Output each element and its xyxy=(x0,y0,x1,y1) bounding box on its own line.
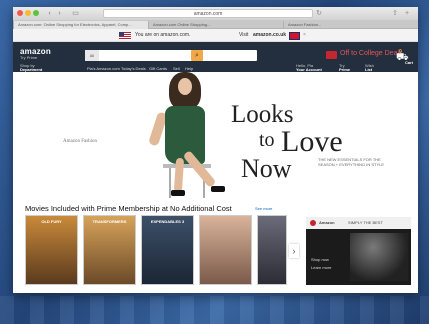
movie-poster-4[interactable] xyxy=(199,215,252,285)
ad-brand: Amazon xyxy=(319,220,335,225)
carousel-next-button[interactable]: › xyxy=(289,244,299,258)
sponsored-ad[interactable]: Amazon SIMPLY THE BEST Shop now Learn mo… xyxy=(306,217,411,285)
prime-movies-section: Movies Included with Prime Membership at… xyxy=(13,200,418,293)
hero-headline-love: Love xyxy=(281,125,343,158)
back-icon[interactable]: ‹ xyxy=(45,9,54,18)
promo-uk-link[interactable]: amazon.co.uk xyxy=(253,31,286,40)
nav-link-pias[interactable]: Pia's Amazon.com xyxy=(87,66,120,71)
ad-cta-learn[interactable]: Learn more xyxy=(311,265,331,270)
search-input[interactable]: All xyxy=(85,50,257,61)
movie-poster-1[interactable]: OLD FURY xyxy=(25,215,78,285)
hero-banner[interactable]: Amazon Fashion Looks to Love Now THE NEW… xyxy=(13,72,418,200)
tab-amazon[interactable]: Amazon.com: Online Shopping for Electron… xyxy=(13,21,148,29)
hero-tagline: Amazon Fashion xyxy=(63,139,98,144)
site-header: amazon Try Prime All ⌕ Off to College De… xyxy=(13,42,418,72)
logo-subtitle[interactable]: Try Prime xyxy=(20,55,37,60)
hero-subtext: THE NEW ESSENTIALS FOR THE SEASON + EVER… xyxy=(318,157,385,167)
sidebar-icon[interactable]: ▭ xyxy=(71,9,80,18)
hero-headline-now: Now xyxy=(241,154,292,183)
close-icon[interactable]: × xyxy=(303,31,306,40)
tab-amazon-3[interactable]: Amazon Fashion... xyxy=(283,21,418,29)
promo-uk-prefix: Visit xyxy=(239,32,249,38)
nav-link-gift-cards[interactable]: Gift Cards xyxy=(149,66,167,71)
search-button[interactable]: ⌕ xyxy=(191,50,203,61)
movie-poster-2[interactable]: TRANSFORMERS xyxy=(83,215,136,285)
deal-link[interactable]: Off to College Deals xyxy=(340,50,403,57)
browser-toolbar: ‹ › ▭ amazon.com ↻ ⇪ + xyxy=(13,7,418,20)
nav-link-deals[interactable]: Today's Deals xyxy=(121,66,146,71)
ad-header: Amazon SIMPLY THE BEST xyxy=(306,217,411,229)
tab-bar: Amazon.com: Online Shopping for Electron… xyxy=(13,20,418,29)
see-more-link[interactable]: See more xyxy=(255,206,272,211)
hero-headline-looks: Looks xyxy=(231,101,294,128)
minimize-window-button[interactable] xyxy=(25,10,31,16)
reload-icon[interactable]: ↻ xyxy=(315,9,323,18)
maximize-window-button[interactable] xyxy=(33,10,39,16)
search-icon: ⌕ xyxy=(195,52,199,59)
cart-count: 0 xyxy=(399,49,402,55)
nav-link-help[interactable]: Help xyxy=(185,66,193,71)
model-image xyxy=(141,72,231,198)
movie-poster-3[interactable]: EXPENDABLES 3 xyxy=(141,215,194,285)
nav-link-sell[interactable]: Sell xyxy=(173,66,180,71)
section-title: Movies Included with Prime Membership at… xyxy=(25,204,232,213)
movie-poster-5[interactable] xyxy=(257,215,287,285)
movie-title-1: OLD FURY xyxy=(41,219,62,224)
address-bar[interactable]: amazon.com xyxy=(103,9,313,18)
us-flag-icon xyxy=(119,32,131,40)
close-window-button[interactable] xyxy=(17,10,23,16)
forward-icon[interactable]: › xyxy=(55,9,64,18)
ad-brand-icon xyxy=(310,220,316,226)
deal-badge xyxy=(326,51,337,59)
movie-title-3: EXPENDABLES 3 xyxy=(150,219,185,224)
movie-title-2: TRANSFORMERS xyxy=(92,219,127,224)
browser-window: ‹ › ▭ amazon.com ↻ ⇪ + Amazon.com: Onlin… xyxy=(13,7,418,293)
ad-image xyxy=(350,233,408,281)
search-category-select[interactable]: All xyxy=(85,50,99,61)
ad-headline: SIMPLY THE BEST xyxy=(348,220,383,225)
cart-label[interactable]: Cart xyxy=(405,60,413,65)
uk-flag-icon xyxy=(289,32,300,40)
tab-amazon-2[interactable]: Amazon.com Online Shopping... xyxy=(148,21,283,29)
desktop-pattern xyxy=(0,296,429,324)
locale-promo-bar: You are on amazon.com. Visit amazon.co.u… xyxy=(13,29,418,42)
promo-us-text: You are on amazon.com. xyxy=(135,32,191,38)
ad-cta-shop[interactable]: Shop now xyxy=(311,257,329,262)
hero-headline-to: to xyxy=(259,129,275,151)
share-icon[interactable]: ⇪ xyxy=(391,9,399,18)
new-tab-icon[interactable]: + xyxy=(403,9,411,18)
